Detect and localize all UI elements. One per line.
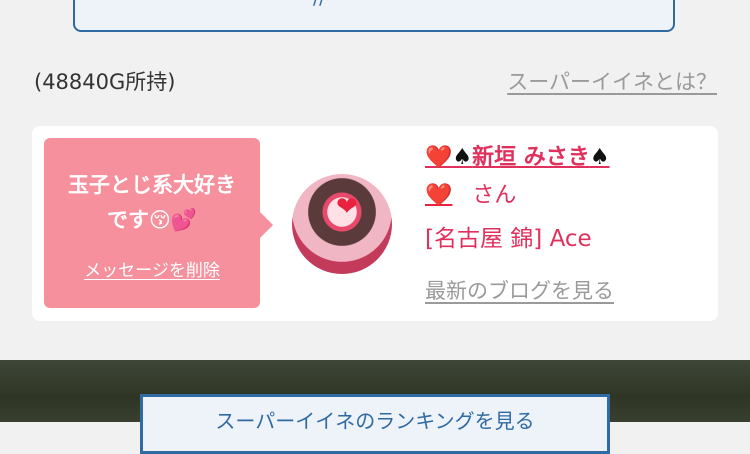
message-bubble: 玉子とじ系大好き です😚💕 メッセージを削除 <box>44 138 273 308</box>
top-button-label: // <box>313 0 325 9</box>
ranking-button[interactable]: スーパーイイネのランキングを見る <box>140 394 610 454</box>
heart-icon: ❤ <box>336 192 358 222</box>
points-balance: (48840G所持) <box>34 70 176 94</box>
super-like-help-link[interactable]: スーパーイイネとは？ <box>507 66 717 96</box>
delete-message-link[interactable]: メッセージを削除 <box>44 256 260 281</box>
heart-icon: ❤️ <box>425 183 453 208</box>
honorific: さん <box>472 183 517 208</box>
super-like-card: 玉子とじ系大好き です😚💕 メッセージを削除 ❤ ❤️♠新垣 みさき♠ ❤️ さん… <box>32 126 718 321</box>
top-button-partial[interactable]: // <box>73 0 675 32</box>
latest-blog-link[interactable]: 最新のブログを見る <box>425 275 614 305</box>
spade-icon: ♠ <box>452 145 473 170</box>
ranking-button-label: スーパーイイネのランキングを見る <box>215 409 535 433</box>
avatar[interactable]: ❤ <box>292 174 392 274</box>
bubble-message: 玉子とじ系大好き です😚💕 <box>68 173 236 232</box>
spade-icon: ♠ <box>589 145 610 170</box>
cast-name[interactable]: ❤️♠新垣 みさき♠ <box>425 140 610 176</box>
cast-name-text: 新垣 みさき <box>472 145 590 170</box>
ranking-banner-area: スーパーイイネのランキングを見る <box>0 360 750 454</box>
heart-icon: ❤️ <box>425 145 453 170</box>
cast-name-line2: ❤️ さん <box>425 178 516 214</box>
shop-name: [名古屋 錦] Ace <box>425 226 592 252</box>
